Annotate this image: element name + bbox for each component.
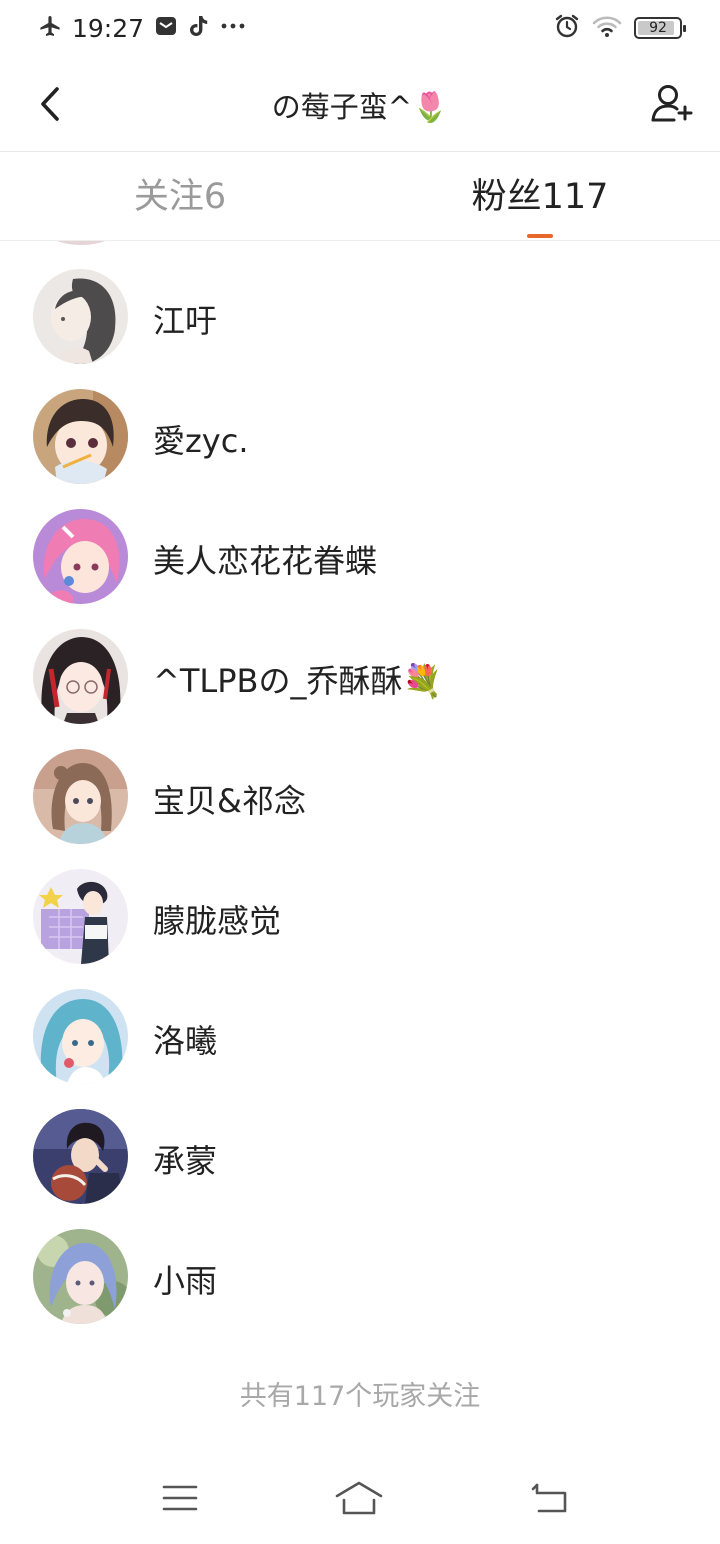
menu-button[interactable] <box>155 1478 205 1518</box>
back-button[interactable] <box>28 82 72 126</box>
back-icon <box>531 1483 567 1513</box>
avatar[interactable] <box>33 1229 128 1324</box>
status-right: 92 <box>554 12 686 44</box>
list-item[interactable]: 宝贝&祁念 <box>0 721 720 844</box>
fan-name: ^TLPBの_乔酥酥💐 <box>153 662 443 700</box>
alarm-icon <box>554 13 580 43</box>
list-item[interactable]: ^TLPBの_乔酥酥💐 <box>0 601 720 724</box>
list-item[interactable]: 愛zyc. <box>0 361 720 484</box>
chevron-left-icon <box>41 87 59 121</box>
battery-icon: 92 <box>634 17 686 39</box>
fan-name: 愛zyc. <box>153 422 249 460</box>
avatar[interactable] <box>33 1109 128 1204</box>
list-item[interactable]: 承蒙 <box>0 1081 720 1204</box>
page-title: の莓子蛮^🌷 <box>271 90 449 124</box>
fan-name: 朦胧感觉 <box>153 902 282 940</box>
status-time: 19:27 <box>72 13 145 43</box>
airplane-mode-icon <box>38 14 62 42</box>
tiktok-icon <box>188 14 210 42</box>
avatar[interactable] <box>33 869 128 964</box>
avatar[interactable] <box>33 269 128 364</box>
battery-level-text: 92 <box>649 20 667 36</box>
fan-name: 小雨 <box>153 1262 218 1300</box>
fan-name: 洛曦 <box>153 1022 218 1060</box>
system-nav-bar <box>0 1460 720 1544</box>
wifi-icon <box>592 14 622 42</box>
fans-total-text: 共有117个玩家关注 <box>239 1381 481 1412</box>
system-back-button[interactable] <box>524 1478 574 1518</box>
header-bar: の莓子蛮^🌷 <box>0 58 720 152</box>
avatar[interactable] <box>33 509 128 604</box>
list-item[interactable]: 江吁 <box>0 241 720 364</box>
fans-list: 江吁 愛zyc. 美人恋花花眷蝶 ^TLPBの_乔酥酥💐 宝贝&祁念 朦胧感觉 <box>0 241 720 1351</box>
list-item[interactable]: 美人恋花花眷蝶 <box>0 481 720 604</box>
fan-name: 宝贝&祁念 <box>153 782 306 820</box>
menu-icon <box>162 1485 198 1511</box>
add-user-icon <box>651 85 693 122</box>
list-item[interactable]: 小雨 <box>0 1201 720 1324</box>
add-user-button[interactable] <box>648 80 696 128</box>
fan-name: 承蒙 <box>153 1142 218 1180</box>
list-item[interactable]: 朦胧感觉 <box>0 841 720 964</box>
status-left: 19:27 <box>38 12 246 44</box>
avatar[interactable] <box>33 749 128 844</box>
home-icon <box>335 1481 383 1515</box>
avatar[interactable] <box>33 629 128 724</box>
tab-bar: 关注6 粉丝117 <box>0 153 720 241</box>
tab-fans[interactable]: 粉丝117 <box>360 153 720 241</box>
message-app-icon <box>154 14 178 42</box>
fan-name: 美人恋花花眷蝶 <box>153 542 378 580</box>
avatar[interactable] <box>33 389 128 484</box>
more-notifications-icon <box>220 14 246 42</box>
status-bar: 19:27 92 <box>0 0 720 58</box>
fan-name: 江吁 <box>153 302 218 340</box>
tab-following[interactable]: 关注6 <box>0 153 360 241</box>
avatar[interactable] <box>33 989 128 1084</box>
home-button[interactable] <box>334 1478 384 1518</box>
active-tab-indicator <box>527 234 553 238</box>
list-item[interactable]: 洛曦 <box>0 961 720 1084</box>
